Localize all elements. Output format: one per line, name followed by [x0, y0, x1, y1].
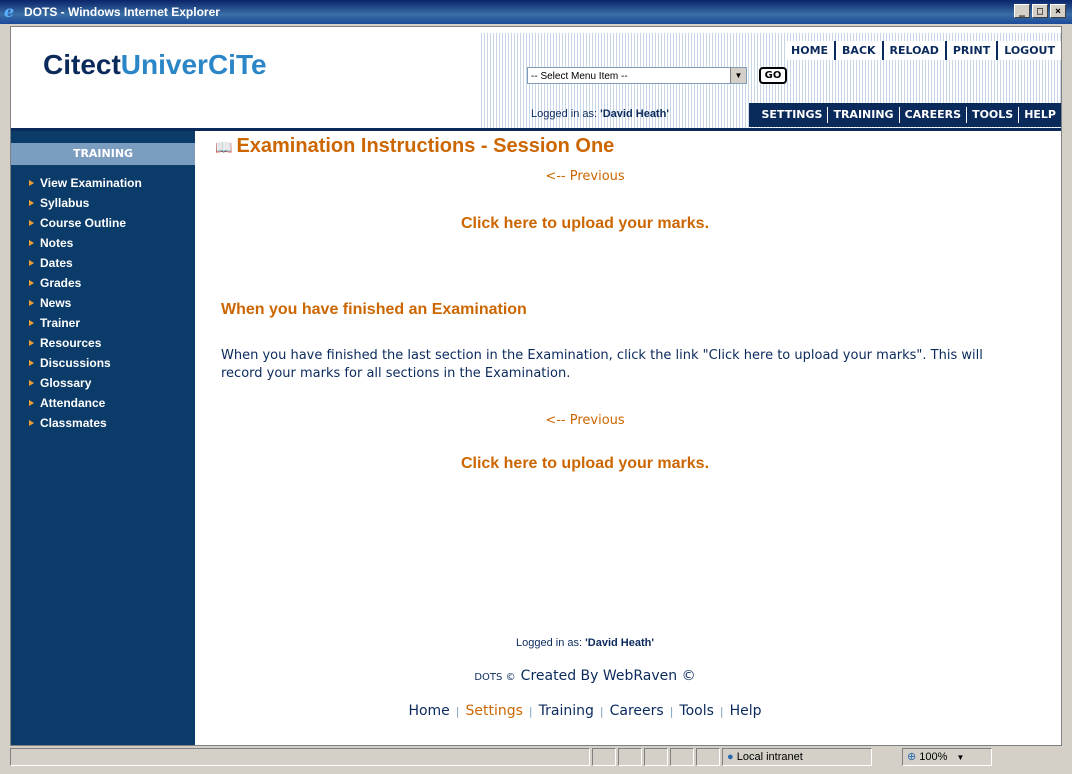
logo-part-citect: Citect — [43, 49, 121, 80]
main-nav-careers[interactable]: CAREERS — [898, 107, 966, 123]
sidebar-item-discussions[interactable]: Discussions — [29, 353, 189, 373]
globe-icon: ● — [727, 751, 734, 763]
main-nav-help[interactable]: HELP — [1018, 107, 1061, 123]
logged-in-footer: Logged in as: 'David Heath' — [195, 637, 975, 649]
credits: DOTS © Created By WebRaven © — [195, 665, 975, 684]
go-button[interactable]: GO — [759, 67, 787, 84]
previous-link-bottom[interactable]: <-- Previous — [195, 413, 975, 428]
chevron-down-icon[interactable]: ▼ — [956, 753, 964, 762]
sidebar-item-course-outline[interactable]: Course Outline — [29, 213, 189, 233]
logged-in-footer-label: Logged in as: — [516, 637, 583, 649]
status-bar: ● Local intranet ⊕ 100% ▼ — [10, 748, 1062, 770]
status-pane — [618, 748, 642, 766]
sidebar-item-news[interactable]: News — [29, 293, 189, 313]
logged-in-footer-user: 'David Heath' — [585, 637, 654, 649]
ie-logo-icon: e — [4, 2, 15, 21]
main-nav-settings[interactable]: SETTINGS — [757, 107, 828, 123]
sidebar-item-trainer[interactable]: Trainer — [29, 313, 189, 333]
window-title: DOTS - Windows Internet Explorer — [24, 5, 220, 19]
sidebar-item-resources[interactable]: Resources — [29, 333, 189, 353]
maximize-button[interactable]: □ — [1032, 4, 1048, 18]
close-button[interactable]: × — [1050, 4, 1066, 18]
logged-in-user: 'David Heath' — [600, 108, 669, 120]
browser-viewport: CitectUniverCiTe HOME BACK RELOAD PRINT … — [10, 26, 1062, 746]
top-nav-reload[interactable]: RELOAD — [881, 41, 945, 60]
status-pane — [696, 748, 720, 766]
zoom-control[interactable]: ⊕ 100% ▼ — [902, 748, 992, 766]
footer-nav-training[interactable]: Training — [539, 703, 594, 719]
sidebar-item-grades[interactable]: Grades — [29, 273, 189, 293]
book-icon: 📖 — [215, 139, 233, 155]
sidebar-item-attendance[interactable]: Attendance — [29, 393, 189, 413]
site-logo[interactable]: CitectUniverCiTe — [43, 49, 267, 81]
logged-in-header: Logged in as: 'David Heath' — [531, 108, 669, 120]
logged-in-label: Logged in as: — [531, 108, 598, 120]
sidebar-item-view-examination[interactable]: View Examination — [29, 173, 150, 193]
section-heading: When you have finished an Examination — [221, 301, 527, 318]
previous-link-top[interactable]: <-- Previous — [195, 169, 975, 184]
site-header: CitectUniverCiTe HOME BACK RELOAD PRINT … — [11, 27, 1061, 131]
sidebar-item-dates[interactable]: Dates — [29, 253, 189, 273]
page-title-text: Examination Instructions - Session One — [236, 135, 615, 157]
status-text — [10, 748, 590, 766]
footer-nav-help[interactable]: Help — [730, 703, 762, 719]
menu-select-value: -- Select Menu Item -- — [531, 71, 628, 82]
main-nav-tools[interactable]: TOOLS — [966, 107, 1018, 123]
upload-marks-link-top[interactable]: Click here to upload your marks. — [195, 215, 975, 233]
main-content: 📖 Examination Instructions - Session One … — [195, 131, 1061, 745]
upload-marks-link-bottom[interactable]: Click here to upload your marks. — [195, 455, 975, 473]
security-zone-label: Local intranet — [736, 751, 803, 763]
window-title-bar: e DOTS - Windows Internet Explorer _ □ × — [0, 0, 1072, 24]
logo-part-univercite: UniverCiTe — [120, 49, 267, 80]
sidebar-item-classmates[interactable]: Classmates — [29, 413, 189, 433]
sidebar-item-notes[interactable]: Notes — [29, 233, 189, 253]
footer-nav-settings[interactable]: Settings — [466, 703, 523, 719]
footer-nav: Home | Settings | Training | Careers | Tools | Hel… — [408, 703, 762, 719]
footer-nav-tools[interactable]: Tools — [679, 703, 714, 719]
top-nav-logout[interactable]: LOGOUT — [996, 41, 1061, 60]
instructions-paragraph: When you have finished the last section … — [221, 348, 983, 381]
status-pane — [644, 748, 668, 766]
sidebar-heading: TRAINING — [11, 143, 195, 165]
sidebar-menu: View Examination Syllabus Course Outline… — [29, 173, 189, 433]
main-nav: SETTINGS TRAINING CAREERS TOOLS HELP — [748, 103, 1061, 127]
top-nav-home[interactable]: HOME — [785, 41, 834, 60]
status-pane — [592, 748, 616, 766]
menu-select[interactable]: -- Select Menu Item -- ▼ — [527, 67, 747, 84]
zoom-level: 100% — [919, 751, 948, 763]
minimize-button[interactable]: _ — [1014, 4, 1030, 18]
page-title: 📖 Examination Instructions - Session One — [215, 135, 614, 158]
main-nav-training[interactable]: TRAINING — [827, 107, 898, 123]
top-nav: HOME BACK RELOAD PRINT LOGOUT — [785, 41, 1061, 60]
chevron-down-icon[interactable]: ▼ — [730, 68, 746, 83]
security-zone: ● Local intranet — [722, 748, 872, 766]
status-pane — [670, 748, 694, 766]
zoom-icon: ⊕ — [907, 751, 917, 763]
sidebar-item-syllabus[interactable]: Syllabus — [29, 193, 189, 213]
top-nav-print[interactable]: PRINT — [944, 41, 996, 60]
sidebar: TRAINING View Examination Syllabus Cours… — [11, 131, 195, 745]
dots-label: DOTS © — [474, 672, 516, 683]
created-by-label: Created By WebRaven © — [520, 668, 696, 684]
sidebar-item-glossary[interactable]: Glossary — [29, 373, 189, 393]
footer-nav-careers[interactable]: Careers — [610, 703, 664, 719]
footer-nav-home[interactable]: Home — [408, 703, 449, 719]
top-nav-back[interactable]: BACK — [834, 41, 882, 60]
